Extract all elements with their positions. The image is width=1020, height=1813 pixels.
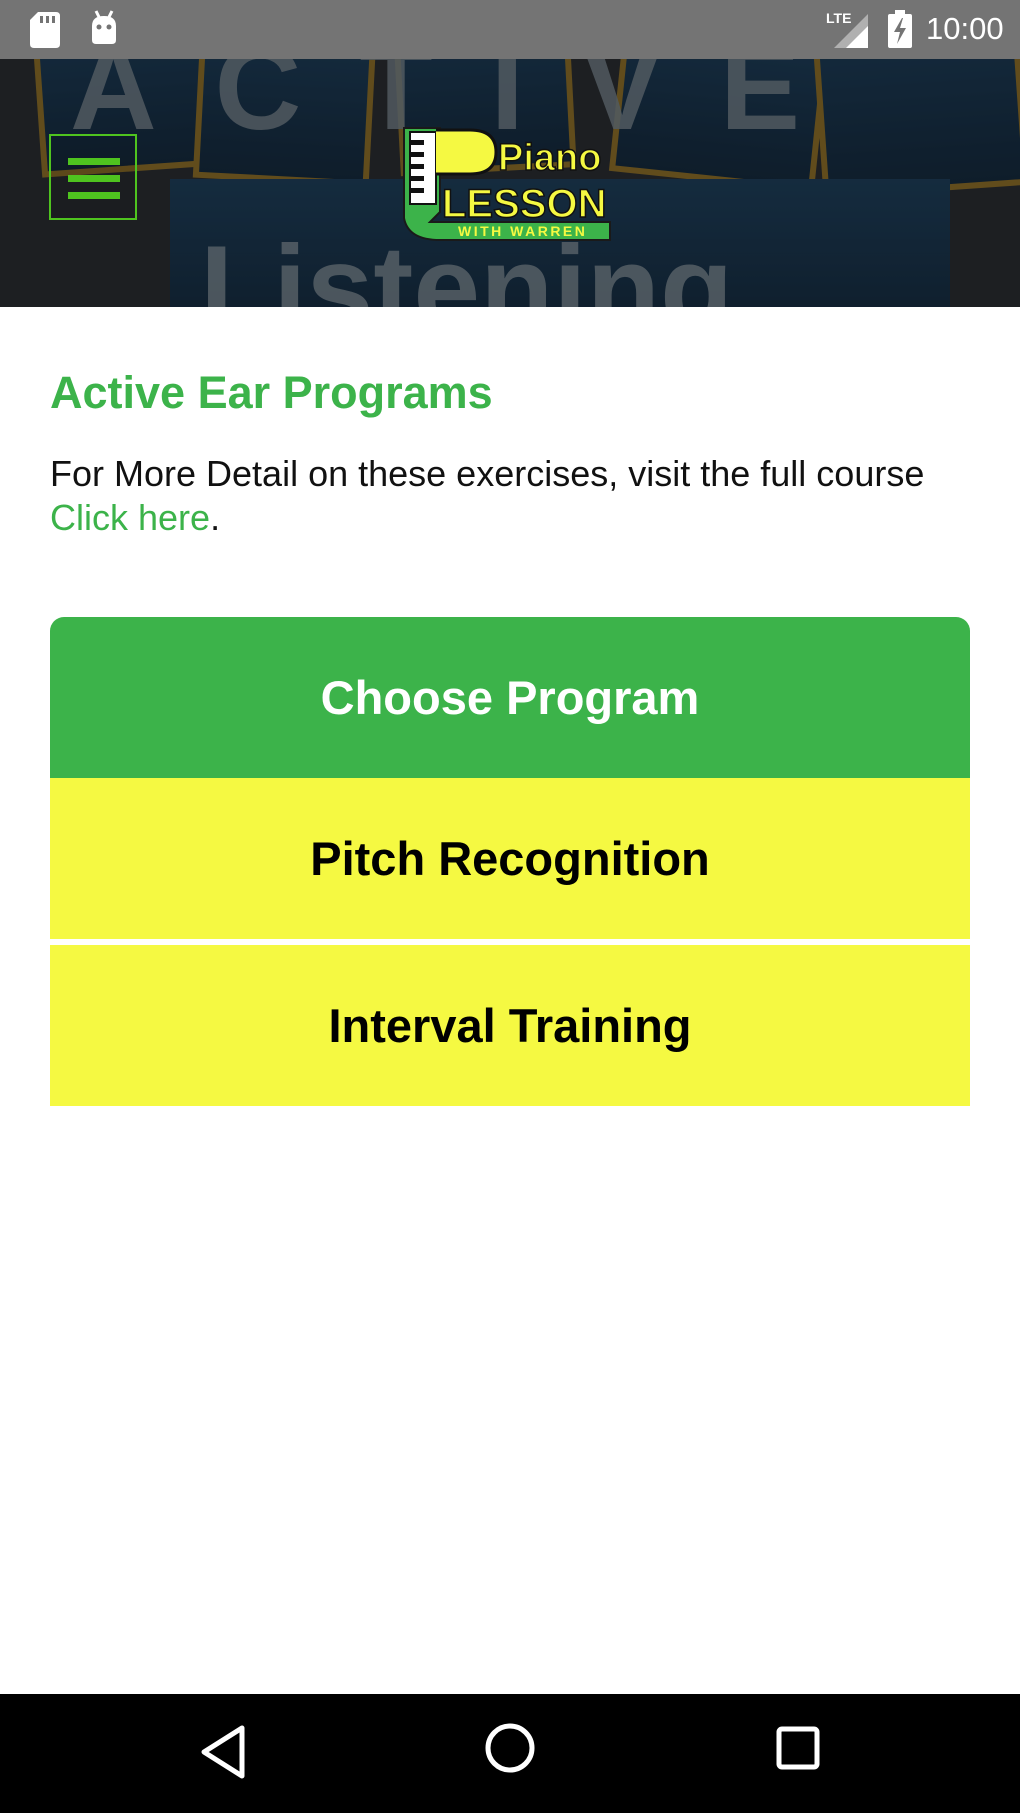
back-icon[interactable] [200, 1724, 248, 1780]
screen: LTE 10:00 ACTIVE Listening Piano LESSON … [0, 0, 1020, 1813]
home-icon[interactable] [484, 1722, 536, 1774]
svg-text:WITH WARREN: WITH WARREN [458, 223, 587, 239]
hamburger-icon [68, 158, 120, 199]
link-suffix: . [210, 497, 221, 538]
android-debug-icon [92, 10, 116, 44]
piano-lesson-logo[interactable]: Piano LESSON WITH WARREN [400, 122, 622, 244]
program-option-interval-training[interactable]: Interval Training [50, 945, 970, 1106]
svg-text:LTE: LTE [826, 10, 851, 26]
description-body: For More Detail on these exercises, visi… [50, 453, 925, 494]
program-menu: Choose Program Pitch Recognition Interva… [50, 617, 970, 1106]
page-title: Active Ear Programs [50, 367, 493, 418]
header-banner: ACTIVE Listening Piano LESSON WITH WARRE… [0, 59, 1020, 307]
choose-program-header: Choose Program [50, 617, 970, 778]
svg-text:LESSON: LESSON [442, 182, 606, 226]
battery-charging-icon [888, 10, 912, 48]
description-text: For More Detail on these exercises, visi… [50, 452, 990, 540]
status-bar: LTE 10:00 [0, 0, 1020, 59]
hamburger-menu-button[interactable] [49, 134, 137, 220]
status-time: 10:00 [926, 11, 1004, 46]
sd-card-icon [30, 12, 60, 48]
full-course-link[interactable]: Click here [50, 497, 210, 538]
system-nav-bar [0, 1694, 1020, 1813]
program-option-pitch-recognition[interactable]: Pitch Recognition [50, 778, 970, 939]
lte-signal-icon: LTE [826, 10, 868, 48]
recents-icon[interactable] [776, 1726, 820, 1770]
svg-text:Piano: Piano [498, 137, 601, 179]
